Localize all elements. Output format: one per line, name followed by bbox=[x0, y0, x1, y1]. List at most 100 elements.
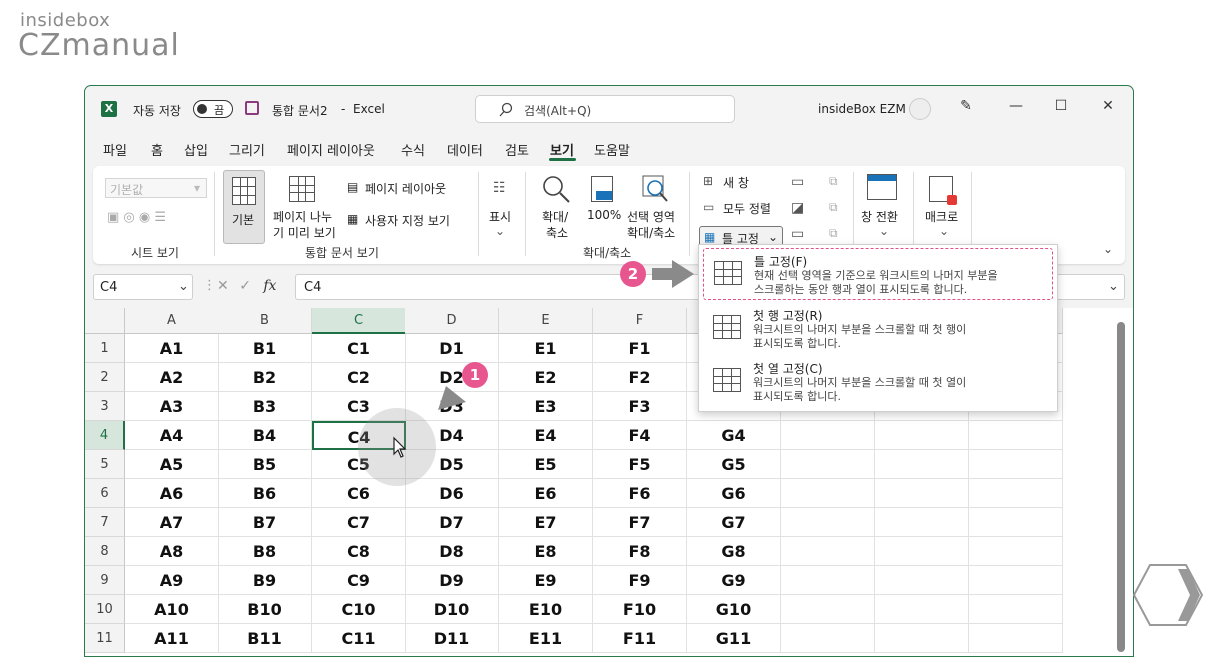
grid-cell[interactable]: A2 bbox=[125, 363, 219, 392]
grid-cell[interactable]: E10 bbox=[499, 595, 593, 624]
grid-cell[interactable]: E11 bbox=[499, 624, 593, 653]
grid-cell[interactable] bbox=[875, 450, 969, 479]
grid-cell[interactable] bbox=[969, 450, 1063, 479]
grid-cell[interactable]: A6 bbox=[125, 479, 219, 508]
grid-cell[interactable]: F10 bbox=[593, 595, 687, 624]
grid-cell[interactable]: F4 bbox=[593, 421, 687, 450]
grid-cell[interactable]: G6 bbox=[687, 479, 781, 508]
grid-cell[interactable]: A8 bbox=[125, 537, 219, 566]
grid-cell[interactable] bbox=[969, 537, 1063, 566]
page-layout-button[interactable]: 페이지 레이아웃 bbox=[365, 180, 446, 197]
grid-cell[interactable]: B3 bbox=[218, 392, 312, 421]
unhide-icon[interactable]: ▭ bbox=[791, 226, 804, 242]
grid-cell[interactable] bbox=[781, 624, 875, 653]
page-break-label-2[interactable]: 기 미리 보기 bbox=[273, 224, 336, 241]
grid-cell[interactable] bbox=[781, 566, 875, 595]
grid-cell[interactable]: B4 bbox=[218, 421, 312, 450]
grid-cell[interactable] bbox=[969, 566, 1063, 595]
grid-cell[interactable] bbox=[969, 421, 1063, 450]
row-header[interactable]: 4 bbox=[85, 421, 125, 450]
grid-cell[interactable]: A5 bbox=[125, 450, 219, 479]
menu-item-freeze-top-row[interactable]: 첫 행 고정(R) 워크시트의 나머지 부분을 스크롤할 때 첫 행이 표시되도… bbox=[703, 303, 1053, 355]
grid-cell[interactable]: G8 bbox=[687, 537, 781, 566]
grid-cell[interactable]: A7 bbox=[125, 508, 219, 537]
zoom-label-1[interactable]: 확대/ bbox=[542, 208, 568, 225]
grid-cell[interactable] bbox=[875, 508, 969, 537]
expand-formula-icon[interactable]: ⌄ bbox=[1108, 279, 1119, 294]
designer-icon[interactable]: ✎ bbox=[951, 98, 981, 114]
grid-cell[interactable] bbox=[969, 595, 1063, 624]
grid-cell[interactable]: B6 bbox=[218, 479, 312, 508]
grid-cell[interactable]: B9 bbox=[218, 566, 312, 595]
tab-page-layout[interactable]: 페이지 레이아웃 bbox=[287, 140, 375, 159]
tab-view[interactable]: 보기 bbox=[550, 140, 574, 159]
grid-cell[interactable] bbox=[875, 566, 969, 595]
grid-cell[interactable]: G9 bbox=[687, 566, 781, 595]
grid-cell[interactable]: D9 bbox=[405, 566, 499, 595]
grid-cell[interactable]: G4 bbox=[687, 421, 781, 450]
grid-cell[interactable]: F6 bbox=[593, 479, 687, 508]
menu-item-freeze-first-column[interactable]: 첫 열 고정(C) 워크시트의 나머지 부분을 스크롤할 때 첫 열이 표시되도… bbox=[703, 356, 1053, 408]
tab-data[interactable]: 데이터 bbox=[447, 140, 483, 159]
grid-cell[interactable]: C9 bbox=[312, 566, 406, 595]
custom-view-button[interactable]: 사용자 지정 보기 bbox=[365, 212, 450, 229]
zoom-label-2[interactable]: 축소 bbox=[546, 224, 568, 241]
grid-cell[interactable]: B2 bbox=[218, 363, 312, 392]
grid-cell[interactable] bbox=[875, 479, 969, 508]
tab-draw[interactable]: 그리기 bbox=[229, 140, 265, 159]
grid-cell[interactable]: C8 bbox=[312, 537, 406, 566]
grid-cell[interactable] bbox=[781, 479, 875, 508]
menu-item-freeze-panes[interactable]: 틀 고정(F) 현재 선택 영역을 기준으로 워크시트의 나머지 부분을 스크롤… bbox=[703, 248, 1053, 300]
grid-cell[interactable] bbox=[781, 595, 875, 624]
row-header[interactable]: 1 bbox=[85, 334, 125, 363]
column-header-b[interactable]: B bbox=[218, 308, 312, 334]
row-header[interactable]: 11 bbox=[85, 624, 125, 653]
show-button[interactable]: 표시 bbox=[489, 208, 511, 225]
row-header[interactable]: 3 bbox=[85, 392, 125, 421]
row-header[interactable]: 10 bbox=[85, 595, 125, 624]
grid-cell[interactable]: D10 bbox=[405, 595, 499, 624]
select-all-corner[interactable] bbox=[85, 308, 125, 334]
grid-cell[interactable]: B5 bbox=[218, 450, 312, 479]
normal-view-button[interactable]: 기본 bbox=[223, 170, 265, 244]
grid-cell[interactable]: F8 bbox=[593, 537, 687, 566]
grid-cell[interactable]: G11 bbox=[687, 624, 781, 653]
hide-icon[interactable]: ◪ bbox=[791, 200, 804, 216]
grid-cell[interactable] bbox=[781, 537, 875, 566]
macros-button[interactable]: 매크로 bbox=[925, 208, 958, 225]
name-box[interactable]: C4 ⌄ bbox=[93, 274, 193, 300]
column-header-e[interactable]: E bbox=[499, 308, 593, 334]
grid-cell[interactable] bbox=[875, 624, 969, 653]
row-header[interactable]: 2 bbox=[85, 363, 125, 392]
search-box[interactable]: 검색(Alt+Q) bbox=[475, 95, 735, 123]
row-header[interactable]: 5 bbox=[85, 450, 125, 479]
vertical-scrollbar[interactable] bbox=[1117, 322, 1125, 652]
collapse-ribbon-icon[interactable]: ⌄ bbox=[1103, 242, 1113, 256]
grid-cell[interactable]: D6 bbox=[405, 479, 499, 508]
grid-cell[interactable] bbox=[969, 508, 1063, 537]
grid-cell[interactable]: C2 bbox=[312, 363, 406, 392]
close-icon[interactable]: ✕ bbox=[1093, 98, 1123, 114]
grid-cell[interactable]: A9 bbox=[125, 566, 219, 595]
page-break-preview-icon[interactable] bbox=[289, 176, 315, 202]
grid-cell[interactable]: A4 bbox=[125, 421, 219, 450]
grid-cell[interactable] bbox=[781, 421, 875, 450]
grid-cell[interactable] bbox=[781, 508, 875, 537]
arrange-all-button[interactable]: 모두 정렬 bbox=[723, 200, 771, 217]
grid-cell[interactable]: C1 bbox=[312, 334, 406, 363]
insert-function-icon[interactable]: fx bbox=[263, 278, 276, 294]
grid-cell[interactable]: A3 bbox=[125, 392, 219, 421]
grid-cell[interactable]: B10 bbox=[218, 595, 312, 624]
grid-cell[interactable]: B1 bbox=[218, 334, 312, 363]
row-header[interactable]: 8 bbox=[85, 537, 125, 566]
switch-windows-button[interactable]: 창 전환 bbox=[861, 208, 898, 225]
grid-cell[interactable]: E6 bbox=[499, 479, 593, 508]
grid-cell[interactable] bbox=[875, 421, 969, 450]
grid-cell[interactable]: F7 bbox=[593, 508, 687, 537]
grid-cell[interactable]: E5 bbox=[499, 450, 593, 479]
column-header-d[interactable]: D bbox=[405, 308, 499, 334]
grid-cell[interactable]: C10 bbox=[312, 595, 406, 624]
column-header-a[interactable]: A bbox=[125, 308, 219, 334]
grid-cell[interactable]: F9 bbox=[593, 566, 687, 595]
maximize-icon[interactable]: ☐ bbox=[1046, 98, 1076, 114]
